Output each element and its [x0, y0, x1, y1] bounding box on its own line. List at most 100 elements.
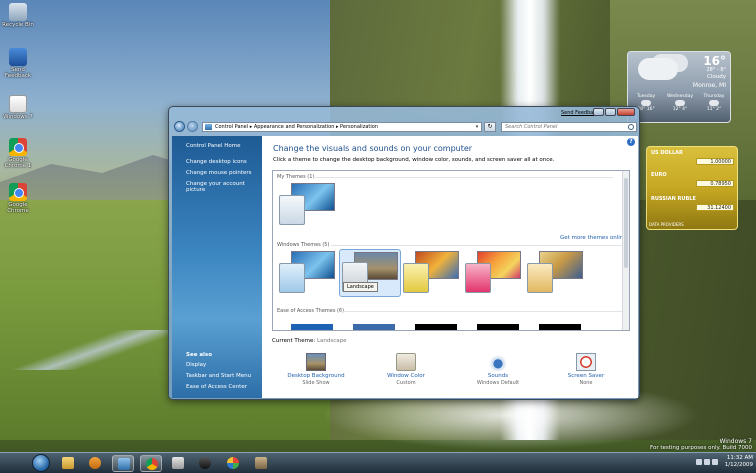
desktop-background-button[interactable]: Desktop Background Slide Show [286, 353, 346, 386]
sounds-button[interactable]: Sounds Windows Default [468, 353, 528, 386]
windows-themes-heading: Windows Themes (5) [277, 242, 330, 248]
application-icon [172, 457, 184, 469]
folder-icon [62, 457, 74, 469]
theme-high-contrast-black[interactable] [415, 324, 457, 330]
screen-saver-button[interactable]: Screen Saver None [556, 353, 616, 386]
current-theme-value: Landscape [316, 338, 347, 344]
build-watermark: Windows 7 For testing purposes only. Bui… [649, 438, 752, 451]
sidebar-taskbar-start-menu[interactable]: Taskbar and Start Menu [186, 373, 251, 379]
feedback-icon [9, 48, 27, 66]
taskbar-media-player[interactable] [84, 455, 106, 472]
back-button[interactable]: ‹ [174, 121, 185, 132]
cloud-icon [675, 100, 685, 106]
desktop-icon-windows-7[interactable]: Windows 7 [2, 95, 34, 120]
sidebar-display[interactable]: Display [186, 362, 206, 368]
currency-gadget[interactable]: US DOLLAR 1.00000 EURO 0.78950 RUSSIAN R… [646, 146, 738, 230]
taskbar-explorer[interactable] [57, 455, 79, 472]
chrome-icon [9, 138, 27, 156]
currency-row: US DOLLAR 1.00000 [649, 149, 735, 167]
personalization-window: Send Feedback ‹ › Control Panel ▸ Appear… [168, 106, 640, 400]
weather-range: 28° - 8° [706, 67, 726, 73]
flag-icon[interactable] [696, 459, 702, 465]
theme-nature[interactable] [463, 251, 521, 297]
sidebar-change-desktop-icons[interactable]: Change desktop icons [186, 159, 247, 165]
desktop-background-icon [306, 353, 326, 371]
taskbar-app-5[interactable] [167, 455, 189, 472]
close-button[interactable] [617, 108, 635, 116]
search-input[interactable] [502, 123, 622, 131]
sidebar-change-mouse-pointers[interactable]: Change mouse pointers [186, 170, 252, 176]
chevron-down-icon[interactable]: ▾ [472, 122, 482, 132]
clock[interactable]: 11:32 AM 1/12/2009 [725, 455, 753, 469]
media-player-icon [89, 457, 101, 469]
desktop-icon-label: Send Feedback [4, 67, 32, 79]
taskbar-app-8[interactable] [250, 455, 272, 472]
theme-tooltip: Landscape [343, 282, 378, 292]
page-title: Change the visuals and sounds on your co… [273, 144, 473, 153]
theme-characters[interactable] [525, 251, 583, 297]
start-button[interactable] [32, 454, 50, 472]
main-content: ? Change the visuals and sounds on your … [262, 136, 638, 398]
maximize-button[interactable] [605, 108, 616, 116]
weather-gadget[interactable]: 16° 28° - 8° Cloudy Monroe, MI Tuesday 2… [627, 51, 731, 123]
my-themes-heading: My Themes (1) [277, 174, 315, 180]
sidebar-control-panel-home[interactable]: Control Panel Home [186, 143, 240, 149]
taskbar-control-panel[interactable] [112, 455, 134, 472]
minimize-button[interactable] [593, 108, 604, 116]
currency-row: EURO 0.78950 [649, 171, 735, 189]
taskbar-app-6[interactable] [194, 455, 216, 472]
search-icon[interactable] [628, 124, 634, 130]
sidebar-ease-of-access[interactable]: Ease of Access Center [186, 384, 247, 390]
cloud-icon [638, 58, 678, 80]
control-panel-icon [205, 124, 212, 130]
see-also-heading: See also [186, 352, 212, 358]
help-icon[interactable]: ? [627, 138, 635, 146]
scrollbar-thumb[interactable] [624, 178, 628, 268]
sidebar-change-account-picture[interactable]: Change your account picture [186, 181, 262, 193]
desktop-icon-label: Google Chrome 1 [4, 157, 32, 169]
taskbar-app-7[interactable] [222, 455, 244, 472]
control-panel-icon [118, 458, 130, 470]
navigation-bar: ‹ › Control Panel ▸ Appearance and Perso… [172, 121, 637, 133]
desktop-icon-chrome[interactable]: Google Chrome [2, 183, 34, 214]
archive-icon [255, 457, 267, 469]
window-titlebar[interactable]: Send Feedback [169, 107, 639, 119]
currency-row: RUSSIAN RUBLE 31.12400 [649, 195, 735, 213]
theme-high-contrast-1[interactable] [291, 324, 333, 330]
desktop-icon-send-feedback[interactable]: Send Feedback [2, 48, 34, 79]
cloud-icon [709, 100, 719, 106]
colorful-app-icon [227, 457, 239, 469]
network-icon[interactable] [704, 459, 710, 465]
desktop-icon-label: Windows 7 [3, 114, 33, 120]
volume-icon[interactable] [712, 459, 718, 465]
window-color-icon [396, 353, 416, 371]
theme-high-contrast-white[interactable] [477, 324, 519, 330]
theme-windows-7[interactable] [277, 251, 335, 297]
desktop-icon-chrome-1[interactable]: Google Chrome 1 [2, 138, 34, 169]
document-icon [9, 95, 27, 113]
page-subtitle: Click a theme to change the desktop back… [273, 157, 555, 163]
get-more-themes-link[interactable]: Get more themes online [560, 235, 627, 241]
currency-provider: DATA PROVIDERS [649, 222, 684, 227]
taskbar-chrome[interactable] [140, 455, 162, 472]
clock-date: 1/12/2009 [724, 462, 753, 468]
gallery-scrollbar[interactable] [622, 171, 629, 330]
forward-button[interactable]: › [187, 121, 198, 132]
desktop-icon-recycle-bin[interactable]: Recycle Bin [2, 3, 34, 28]
chrome-icon [146, 458, 158, 470]
address-bar[interactable]: Control Panel ▸ Appearance and Personali… [202, 122, 482, 132]
sounds-icon [488, 353, 508, 371]
theme-my-custom[interactable] [277, 183, 335, 229]
window-color-button[interactable]: Window Color Custom [376, 353, 436, 386]
clock-time: 11:32 AM [726, 455, 753, 461]
weather-location: Monroe, MI [692, 82, 726, 89]
refresh-button[interactable]: ↻ [484, 122, 496, 132]
weather-condition: Cloudy [707, 74, 726, 80]
theme-architecture[interactable] [401, 251, 459, 297]
recycle-bin-icon [9, 3, 27, 21]
search-box [501, 122, 637, 132]
theme-high-contrast-2[interactable] [353, 324, 395, 330]
breadcrumb: Control Panel ▸ Appearance and Personali… [215, 124, 378, 130]
theme-high-contrast-3[interactable] [539, 324, 581, 330]
weather-temperature: 16° [703, 54, 726, 68]
